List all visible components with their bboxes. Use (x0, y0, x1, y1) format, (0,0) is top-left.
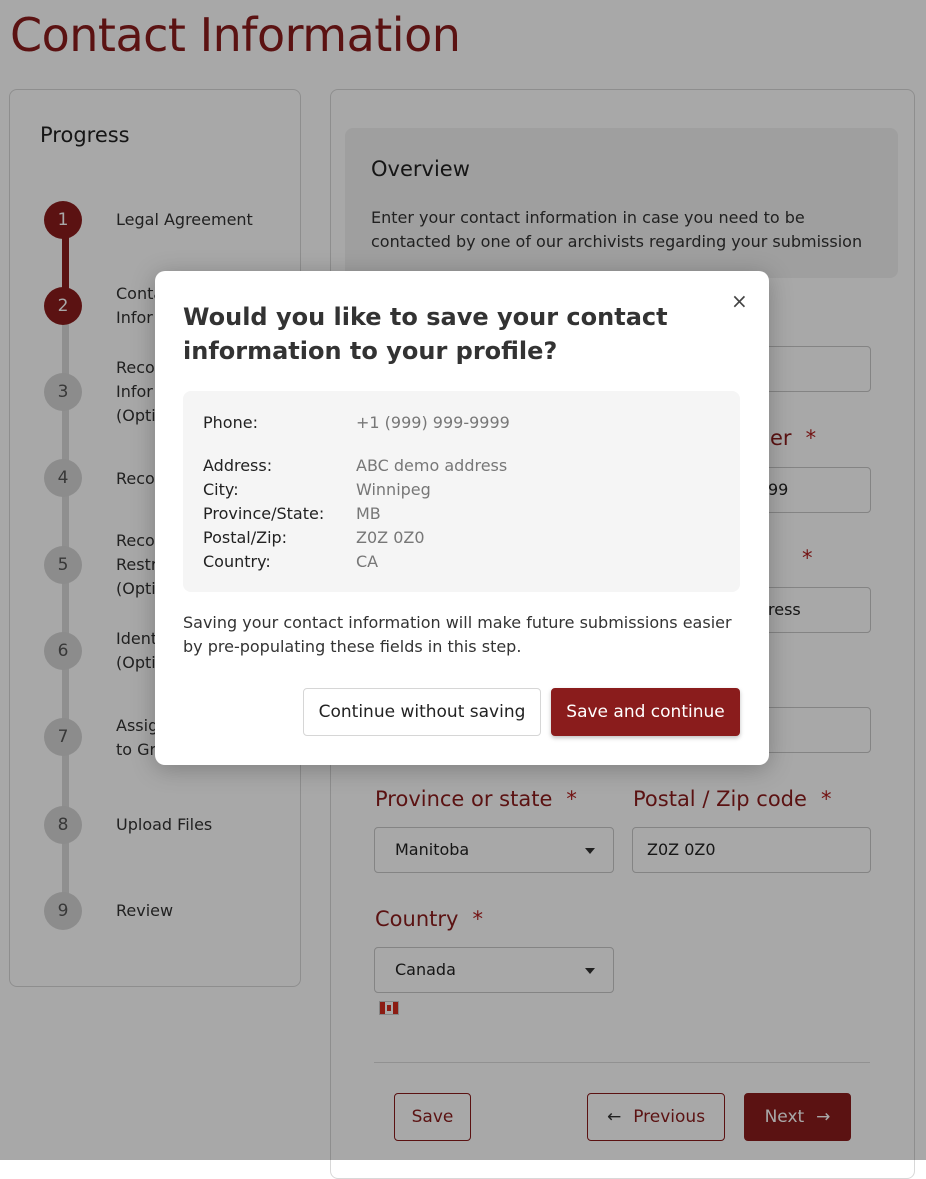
summary-country-value: CA (356, 552, 379, 571)
save-and-continue-label: Save and continue (566, 702, 725, 722)
summary-country-key: Country: (203, 552, 271, 571)
continue-without-saving-label: Continue without saving (318, 702, 526, 722)
summary-address-key: Address: (203, 456, 273, 475)
close-icon[interactable]: × (731, 289, 748, 313)
dialog-title: Would you like to save your contact info… (183, 303, 668, 365)
summary-city-key: City: (203, 480, 239, 499)
summary-phone-value: +1 (999) 999-9999 (356, 413, 510, 432)
save-contact-dialog: × Would you like to save your contact in… (155, 271, 769, 765)
summary-address-value: ABC demo address (356, 456, 508, 475)
contact-summary: Phone: +1 (999) 999-9999 Address: ABC de… (183, 391, 740, 592)
summary-postal-key: Postal/Zip: (203, 528, 288, 547)
summary-province-value: MB (356, 504, 381, 523)
dialog-description: Saving your contact information will mak… (183, 613, 732, 656)
summary-postal-value: Z0Z 0Z0 (356, 528, 425, 547)
summary-phone-key: Phone: (203, 413, 258, 432)
save-and-continue-button[interactable]: Save and continue (551, 688, 740, 736)
summary-city-value: Winnipeg (356, 480, 431, 499)
continue-without-saving-button[interactable]: Continue without saving (303, 688, 541, 736)
summary-province-key: Province/State: (203, 504, 325, 523)
